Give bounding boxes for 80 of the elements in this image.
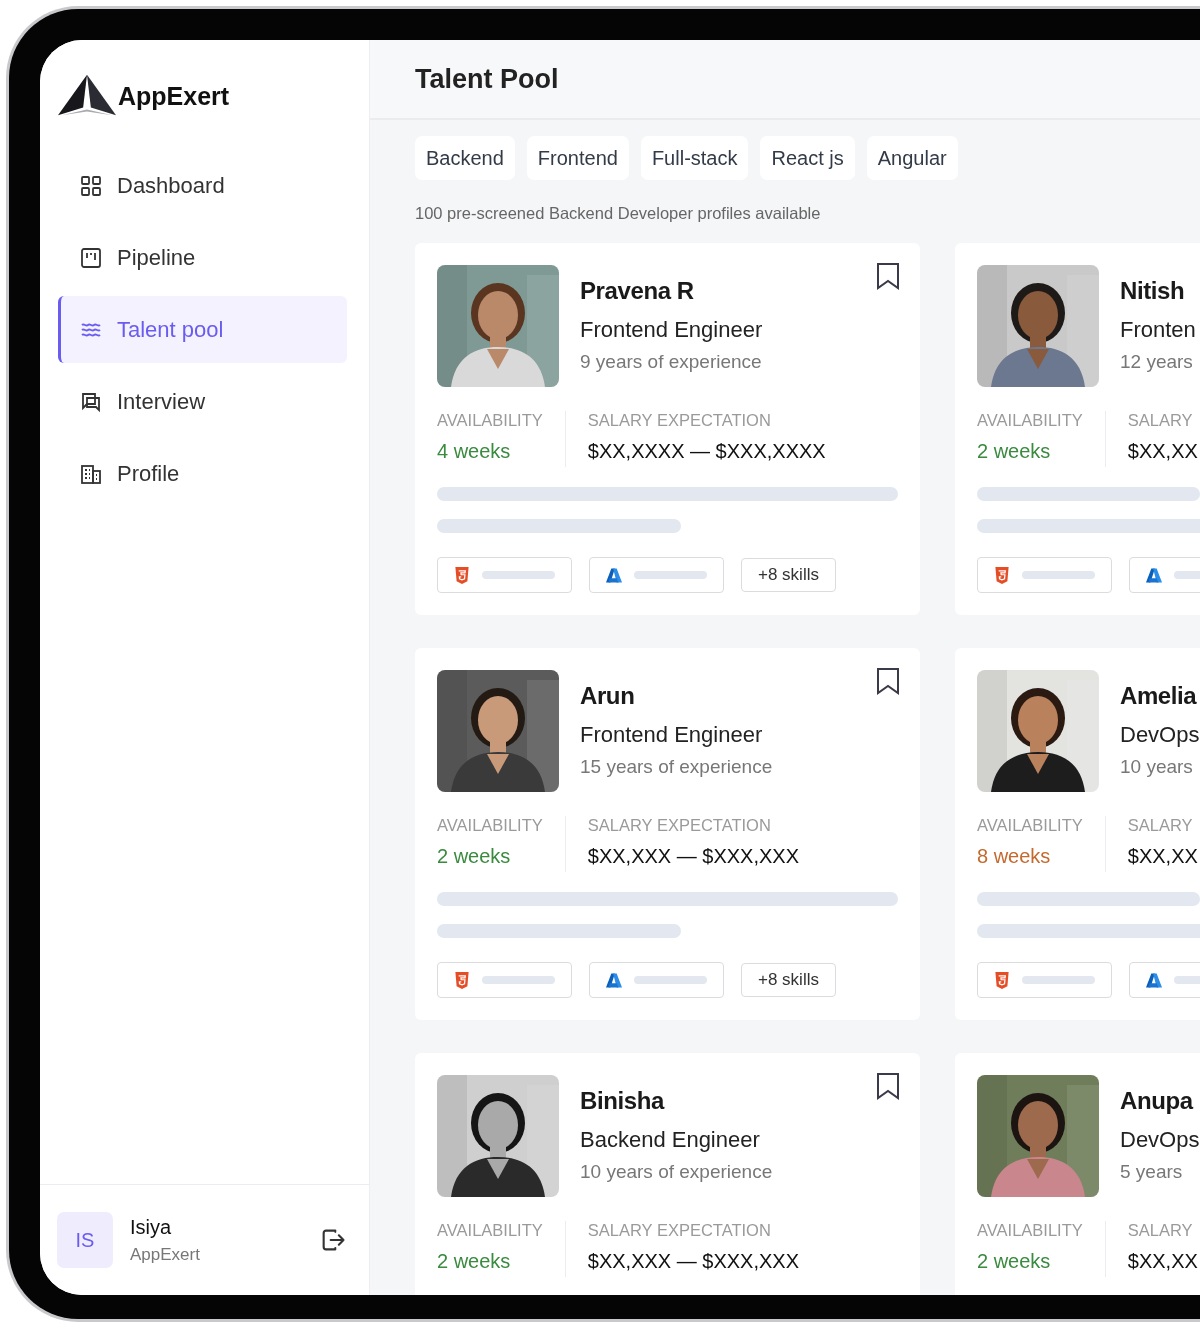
candidate-name: Nitish (1120, 277, 1186, 305)
salary-value: $XX,XXXX — $XXX,XXXX (587, 440, 826, 463)
salary-label: SALARY EXPECTATION (587, 816, 772, 835)
candidate-role: DevOps (1120, 1127, 1200, 1153)
availability-value: 2 weeks (437, 845, 512, 868)
availability-label: AVAILABILITY (977, 816, 1083, 835)
brand-name: AppExert (118, 81, 230, 111)
user-avatar: IS (57, 1212, 113, 1268)
candidate-card[interactable]: Nitish Fronten 12 years AVAILABILITY 2 weeks SALARY $XX,XX (955, 243, 1200, 615)
candidate-role: Fronten (1120, 317, 1196, 343)
candidate-name: Amelia (1120, 682, 1198, 710)
more-skills[interactable]: +8 skills (741, 558, 836, 592)
nav-item[interactable]: Pipeline (58, 224, 347, 291)
filter-chip[interactable]: React js (760, 136, 855, 180)
candidate-role: Frontend Engineer (580, 317, 763, 343)
availability-label: AVAILABILITY (977, 1221, 1083, 1240)
grid-icon (79, 173, 103, 198)
filter-chip[interactable]: Full-stack (640, 136, 749, 180)
letter-a-icon (1146, 566, 1162, 584)
shield-icon (994, 971, 1010, 989)
salary-value: $XX,XX (1127, 1250, 1198, 1273)
candidate-card[interactable]: Pravena R Frontend Engineer 9 years of experience AVAILABILITY 4 weeks SALARY EXPECTATION $XX,XXXX — $XXX,XXXX +8 skills (415, 243, 920, 615)
availability-value: 2 weeks (977, 1250, 1052, 1273)
filter-chip[interactable]: Frontend (526, 136, 629, 180)
candidate-name: Pravena R (580, 277, 695, 305)
experience: 9 years of experience (580, 351, 763, 373)
salary-value: $XX,XX (1127, 845, 1198, 868)
bookmark-icon[interactable] (876, 262, 900, 290)
letter-a-icon (606, 566, 622, 584)
user-org: AppExert (130, 1244, 201, 1265)
nav-item[interactable]: Interview (58, 368, 347, 435)
salary-label: SALARY (1127, 816, 1194, 835)
candidate-role: DevOps (1120, 722, 1200, 748)
more-skills[interactable]: +8 skills (741, 963, 836, 997)
availability-label: AVAILABILITY (977, 411, 1083, 430)
availability-label: AVAILABILITY (437, 1221, 543, 1240)
availability-value: 8 weeks (977, 845, 1052, 868)
candidate-name: Binisha (580, 1087, 666, 1115)
shield-icon (454, 566, 470, 584)
salary-label: SALARY EXPECTATION (587, 1221, 772, 1240)
availability-label: AVAILABILITY (437, 816, 543, 835)
candidate-card[interactable]: Binisha Backend Engineer 10 years of experience AVAILABILITY 2 weeks SALARY EXPECTATION $XX,XXX — $XXX,XXX (415, 1053, 920, 1295)
salary-label: SALARY EXPECTATION (587, 411, 772, 430)
board-icon (79, 245, 103, 270)
filter-chip[interactable]: Angular (866, 136, 958, 180)
bookmark-icon[interactable] (876, 667, 900, 695)
page-title: Talent Pool (415, 63, 559, 95)
salary-label: SALARY (1127, 1221, 1194, 1240)
logo-icon (58, 74, 116, 118)
filter-chip[interactable]: Backend (415, 136, 515, 180)
nav-item[interactable]: Profile (58, 440, 347, 507)
availability-value: 2 weeks (977, 440, 1052, 463)
letter-a-icon (606, 971, 622, 989)
profiles-summary: 100 pre-screened Backend Developer profiles available (415, 204, 822, 223)
experience: 10 years (1120, 756, 1194, 778)
availability-value: 4 weeks (437, 440, 512, 463)
candidate-name: Arun (580, 682, 636, 710)
candidate-card[interactable]: Arun Frontend Engineer 15 years of experience AVAILABILITY 2 weeks SALARY EXPECTATION $XX,XXX — $XXX,XXX +8 skills (415, 648, 920, 1020)
salary-value: $XX,XX (1127, 440, 1198, 463)
candidate-role: Backend Engineer (580, 1127, 761, 1153)
salary-value: $XX,XXX — $XXX,XXX (587, 1250, 799, 1273)
bookmark-icon[interactable] (876, 1072, 900, 1100)
availability-value: 2 weeks (437, 1250, 512, 1273)
experience: 5 years (1120, 1161, 1184, 1183)
salary-value: $XX,XXX — $XXX,XXX (587, 845, 799, 868)
shield-icon (454, 971, 470, 989)
candidate-name: Anupa (1120, 1087, 1195, 1115)
nav-item[interactable]: Talent pool (58, 296, 347, 363)
letter-a-icon (1146, 971, 1162, 989)
candidate-role: Frontend Engineer (580, 722, 764, 748)
salary-label: SALARY (1127, 411, 1194, 430)
shield-icon (994, 566, 1010, 584)
experience: 15 years of experience (580, 756, 773, 778)
candidate-card[interactable]: Anupa DevOps 5 years AVAILABILITY 2 weeks SALARY $XX,XX (955, 1053, 1200, 1295)
experience: 10 years of experience (580, 1161, 773, 1183)
availability-label: AVAILABILITY (437, 411, 543, 430)
nav-item[interactable]: Dashboard (58, 152, 347, 219)
experience: 12 years (1120, 351, 1194, 373)
user-name: Isiya (130, 1215, 173, 1239)
candidate-card[interactable]: Amelia DevOps 10 years AVAILABILITY 8 weeks SALARY $XX,XX (955, 648, 1200, 1020)
